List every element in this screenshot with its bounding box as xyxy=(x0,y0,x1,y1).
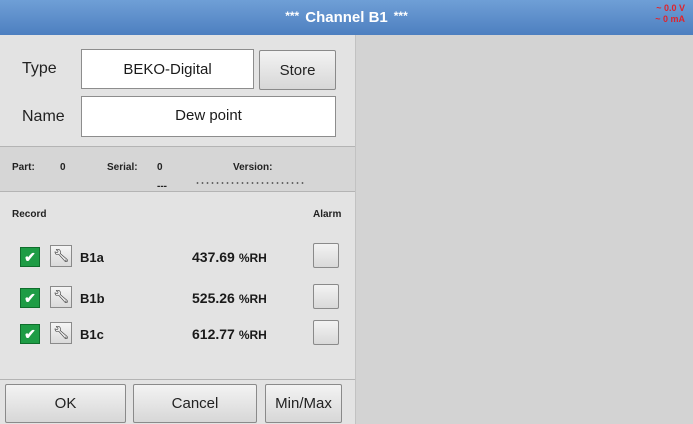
window-title: Channel B1 xyxy=(305,9,388,26)
type-field[interactable]: BEKO-Digital xyxy=(81,49,254,89)
record-checkbox-b1b[interactable]: ✔ xyxy=(20,288,40,308)
title-stars-right: *** xyxy=(393,8,408,23)
version-label: Version: xyxy=(233,162,273,173)
sensor-info-band xyxy=(0,147,355,191)
voltage-readout: ~ 0.0 V xyxy=(656,3,685,13)
signal-readout: ~ 0.0 V ~ 0 mA xyxy=(655,3,685,25)
configure-button-b1c[interactable]: 🔧︎ xyxy=(50,322,72,344)
channel-name-b1c: B1c xyxy=(80,327,104,342)
version-dots xyxy=(195,182,305,184)
record-checkbox-b1c[interactable]: ✔ xyxy=(20,324,40,344)
wrench-icon: 🔧︎ xyxy=(52,248,70,263)
current-readout: ~ 0 mA xyxy=(655,14,685,24)
wrench-icon: 🔧︎ xyxy=(52,289,70,304)
ok-button[interactable]: OK xyxy=(5,384,126,423)
part-label: Part: xyxy=(12,162,35,173)
channel-value-b1c: 612.77 %RH xyxy=(192,326,267,342)
alarm-button-b1a[interactable] xyxy=(313,243,339,268)
checkmark-icon: ✔ xyxy=(24,248,36,265)
channel-settings-panel xyxy=(0,35,355,424)
value-number: 612.77 xyxy=(192,326,235,342)
serial-label: Serial: xyxy=(107,162,138,173)
value-unit: %RH xyxy=(238,292,267,306)
divider xyxy=(0,191,355,192)
empty-right-area xyxy=(355,35,693,424)
alarm-header: Alarm xyxy=(313,209,342,220)
channel-name-b1b: B1b xyxy=(80,291,105,306)
type-label: Type xyxy=(22,60,57,77)
channel-name-b1a: B1a xyxy=(80,250,104,265)
name-field[interactable]: Dew point xyxy=(81,96,336,137)
value-unit: %RH xyxy=(238,251,267,265)
value-number: 525.26 xyxy=(192,290,235,306)
title-bar: *** Channel B1 *** xyxy=(0,0,693,35)
value-number: 437.69 xyxy=(192,249,235,265)
channel-value-b1a: 437.69 %RH xyxy=(192,249,267,265)
checkmark-icon: ✔ xyxy=(24,289,36,306)
alarm-button-b1c[interactable] xyxy=(313,320,339,345)
minmax-button[interactable]: Min/Max xyxy=(265,384,342,423)
record-header: Record xyxy=(12,209,47,220)
store-button[interactable]: Store xyxy=(259,50,336,90)
part-value: 0 xyxy=(60,162,66,173)
serial-value: 0 xyxy=(157,162,163,173)
configure-button-b1a[interactable]: 🔧︎ xyxy=(50,245,72,267)
alarm-button-b1b[interactable] xyxy=(313,284,339,309)
title-stars-left: *** xyxy=(285,8,300,23)
name-label: Name xyxy=(22,108,65,125)
cancel-button[interactable]: Cancel xyxy=(133,384,257,423)
wrench-icon: 🔧︎ xyxy=(52,325,70,340)
configure-button-b1b[interactable]: 🔧︎ xyxy=(50,286,72,308)
value-unit: %RH xyxy=(238,328,267,342)
checkmark-icon: ✔ xyxy=(24,325,36,342)
record-checkbox-b1a[interactable]: ✔ xyxy=(20,247,40,267)
channel-value-b1b: 525.26 %RH xyxy=(192,290,267,306)
